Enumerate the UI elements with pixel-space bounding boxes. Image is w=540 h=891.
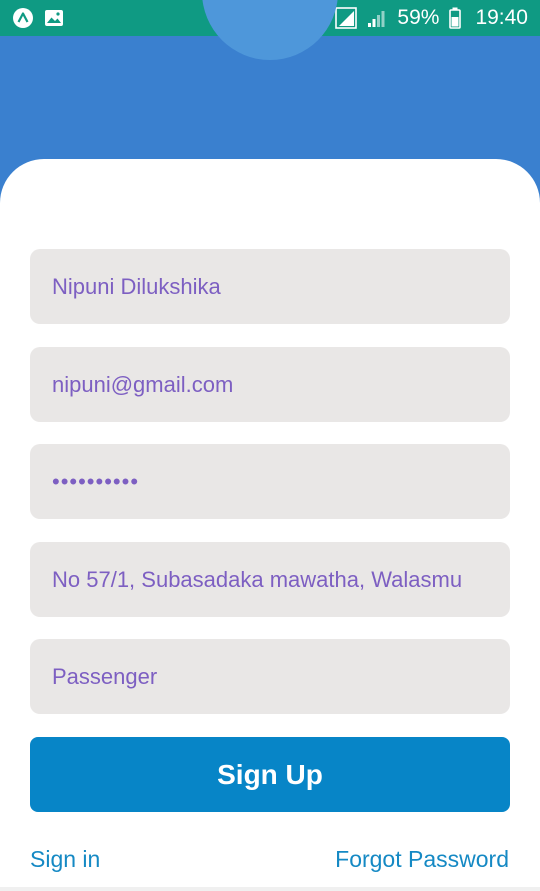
battery-icon bbox=[449, 7, 462, 29]
password-field[interactable]: •••••••••• bbox=[30, 444, 510, 519]
app-a-icon bbox=[12, 7, 34, 29]
status-bar-left bbox=[12, 7, 64, 29]
clock-time: 19:40 bbox=[475, 6, 528, 29]
signal-icon bbox=[367, 8, 385, 28]
sign-in-link[interactable]: Sign in bbox=[30, 846, 100, 873]
role-field[interactable]: Passenger bbox=[30, 639, 510, 714]
bottom-divider bbox=[0, 887, 540, 891]
signal-icon bbox=[335, 7, 358, 29]
image-icon bbox=[44, 9, 64, 27]
header-logo-circle bbox=[202, 0, 338, 60]
battery-percent: 59% bbox=[397, 6, 440, 29]
sign-up-button[interactable]: Sign Up bbox=[30, 737, 510, 812]
name-field[interactable]: Nipuni Dilukshika bbox=[30, 249, 510, 324]
email-field[interactable]: nipuni@gmail.com bbox=[30, 347, 510, 422]
forgot-password-link[interactable]: Forgot Password bbox=[335, 846, 509, 873]
address-field[interactable]: No 57/1, Subasadaka mawatha, Walasmu bbox=[30, 542, 510, 617]
signup-screen: 1 59% bbox=[0, 0, 540, 891]
